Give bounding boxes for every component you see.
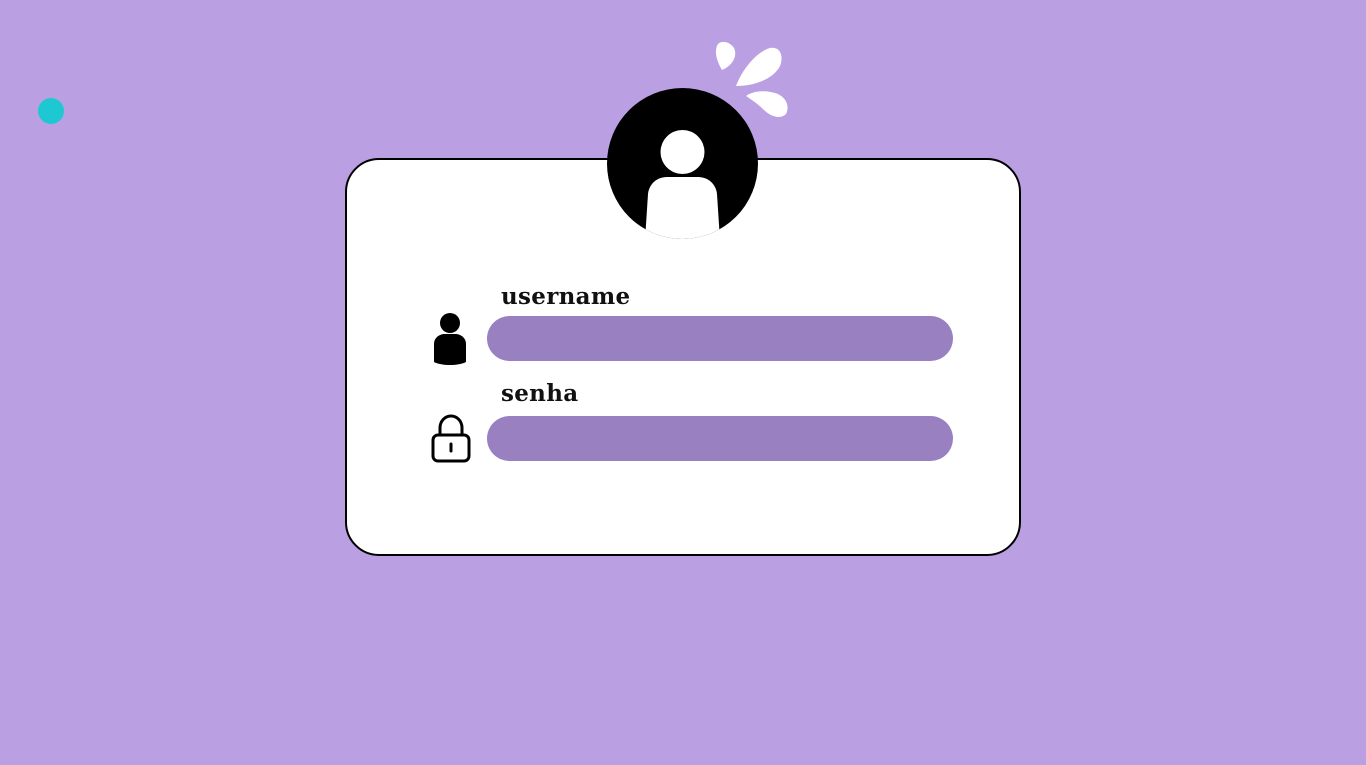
lock-icon — [431, 414, 471, 463]
password-input[interactable] — [487, 416, 953, 461]
avatar-user-icon — [645, 130, 720, 239]
username-label: username — [501, 283, 631, 310]
password-label: senha — [501, 380, 579, 407]
avatar — [607, 88, 758, 239]
username-input[interactable] — [487, 316, 953, 361]
accent-dot — [38, 98, 64, 124]
user-icon — [434, 313, 466, 365]
